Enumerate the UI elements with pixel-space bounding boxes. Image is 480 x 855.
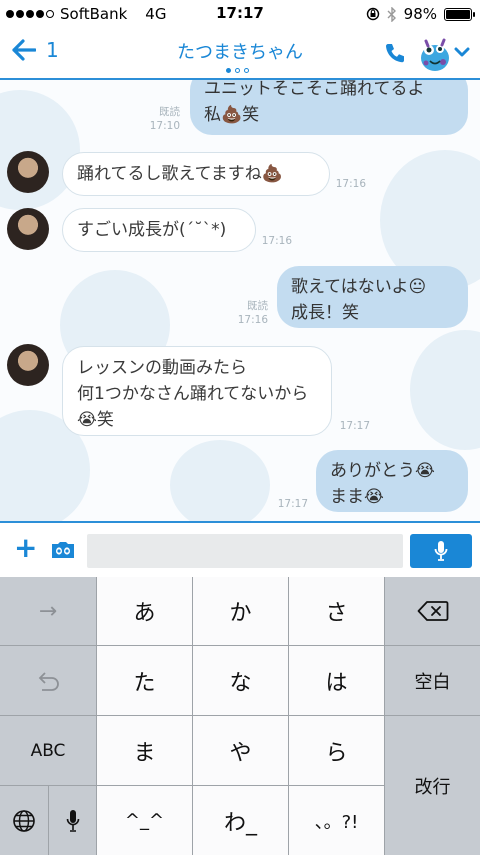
message-time: 17:17	[277, 498, 308, 510]
globe-icon	[13, 809, 35, 832]
avatar[interactable]	[7, 344, 49, 386]
message-read-status: 既読	[159, 106, 180, 118]
chat-title[interactable]: たつまきちゃん	[0, 38, 480, 64]
key-globe[interactable]	[0, 786, 48, 855]
message-input-bar: +	[0, 521, 480, 577]
bluetooth-icon	[387, 6, 396, 22]
key-backspace[interactable]	[385, 577, 480, 645]
message-input[interactable]	[87, 534, 403, 568]
camera-icon[interactable]	[50, 541, 76, 559]
background-pattern	[170, 440, 270, 521]
message-time: 17:16	[335, 178, 366, 190]
key-return[interactable]: 改行	[385, 716, 480, 855]
key-dictation[interactable]	[49, 786, 96, 855]
page-dot	[235, 68, 240, 73]
battery-percent: 98%	[403, 5, 437, 23]
backspace-icon	[417, 601, 448, 621]
microphone-icon	[434, 541, 448, 561]
message-bubble-in[interactable]: すごい成長が(´˘`*)	[62, 208, 256, 252]
chat-area[interactable]: 既読 17:10 ユニットそこそこ踊れてるよ 私💩笑 踊れてるし歌えてますね💩 …	[0, 80, 480, 521]
chevron-down-icon[interactable]	[454, 46, 470, 58]
undo-icon	[38, 671, 59, 691]
message-time: 17:16	[237, 314, 268, 326]
message-bubble-out[interactable]: ありがとう😭 まま😭	[316, 450, 468, 512]
key-ma[interactable]: ま	[97, 716, 192, 785]
message-time: 17:10	[149, 120, 180, 132]
key-ka[interactable]: か	[193, 577, 288, 645]
status-bar: SoftBank 4G 17:17 98%	[0, 0, 480, 28]
message-time: 17:16	[261, 235, 292, 247]
key-emoticon[interactable]: ^_^	[97, 786, 192, 855]
avatar[interactable]	[7, 151, 49, 193]
key-space[interactable]: 空白	[385, 646, 480, 715]
page-dot	[226, 68, 231, 73]
battery-icon	[444, 7, 475, 21]
key-ta[interactable]: た	[97, 646, 192, 715]
background-pattern	[410, 330, 480, 450]
message-time: 17:17	[339, 420, 370, 432]
key-ra[interactable]: ら	[289, 716, 384, 785]
orientation-lock-icon	[366, 7, 379, 21]
message-bubble-in[interactable]: 踊れてるし歌えてますね💩	[62, 152, 330, 196]
voice-input-button[interactable]	[410, 534, 472, 568]
japanese-keyboard: → あ か さ た な は 空白 ABC ま や ら 改行 ^_^ わ_ 、。?…	[0, 577, 480, 855]
key-wa[interactable]: わ_	[193, 786, 288, 855]
page-indicator	[226, 68, 249, 73]
avatar[interactable]	[7, 208, 49, 250]
page-dot	[244, 68, 249, 73]
key-abc[interactable]: ABC	[0, 716, 96, 785]
key-right-arrow[interactable]: →	[0, 577, 96, 645]
key-a[interactable]: あ	[97, 577, 192, 645]
key-undo[interactable]	[0, 646, 96, 715]
message-bubble-out[interactable]: ユニットそこそこ踊れてるよ 私💩笑	[190, 80, 468, 135]
key-punctuation[interactable]: 、。?!	[289, 786, 384, 855]
chat-header: 1 たつまきちゃん	[0, 28, 480, 80]
background-pattern	[0, 90, 80, 210]
phone-call-icon[interactable]	[384, 42, 406, 64]
message-bubble-out[interactable]: 歌えてはないよ😐 成長！笑	[277, 266, 468, 328]
plus-icon[interactable]: +	[14, 534, 37, 562]
key-sa[interactable]: さ	[289, 577, 384, 645]
message-read-status: 既読	[247, 300, 268, 312]
microphone-icon	[66, 809, 79, 832]
message-bubble-in[interactable]: レッスンの動画みたら 何1つかなさん踊れてないから 😭笑	[62, 346, 332, 436]
key-na[interactable]: な	[193, 646, 288, 715]
monster-sticker-icon[interactable]	[418, 36, 452, 72]
key-ha[interactable]: は	[289, 646, 384, 715]
key-ya[interactable]: や	[193, 716, 288, 785]
